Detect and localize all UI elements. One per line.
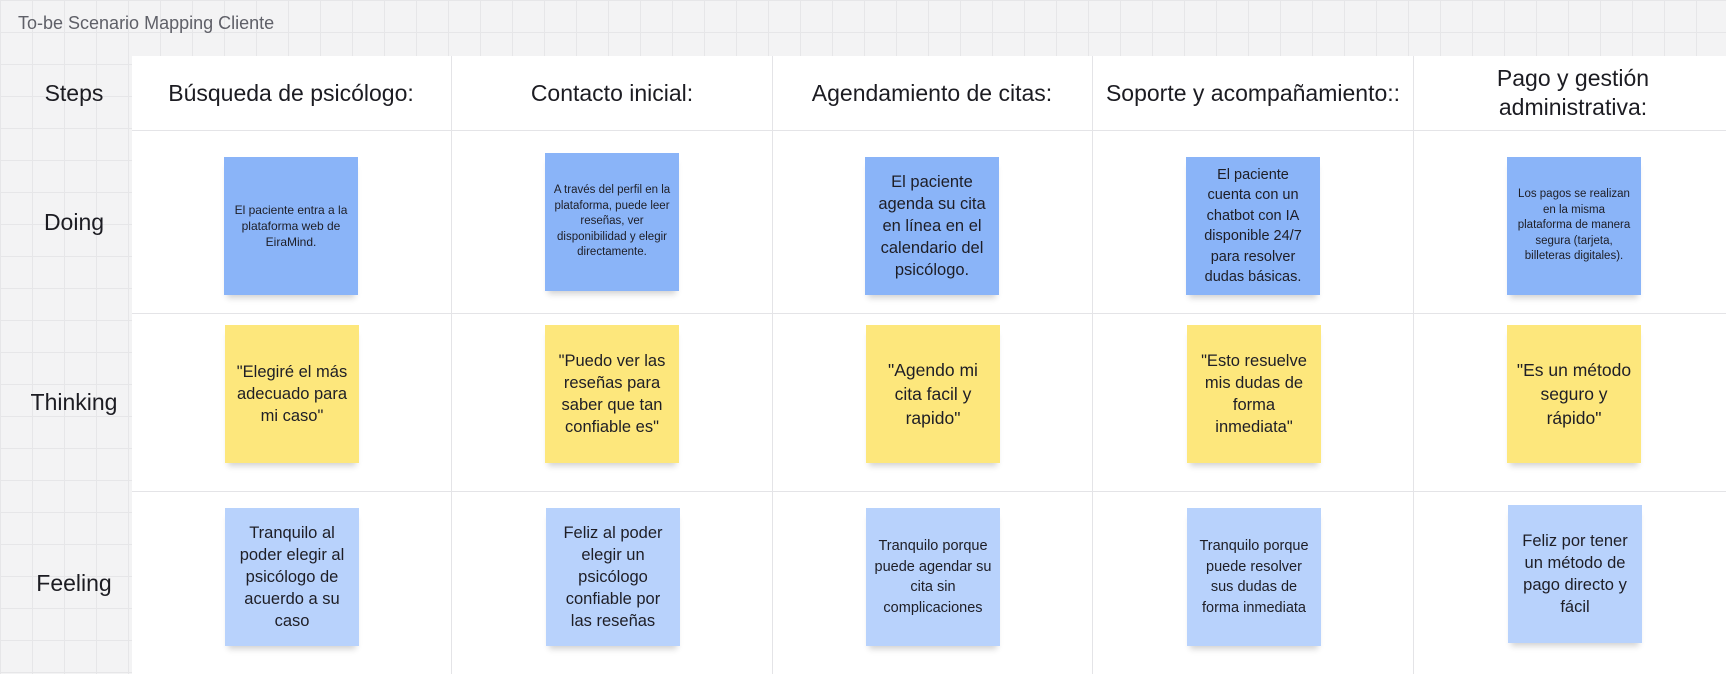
column-header-pago: Pago y gestión administrativa: xyxy=(1496,65,1650,120)
sticky-note-doing-soporte[interactable]: El paciente cuenta con un chatbot con IA… xyxy=(1186,157,1320,295)
column-header-soporte: Soporte y acompañamiento:: xyxy=(1105,79,1401,106)
sticky-note-feeling-contacto[interactable]: Feliz al poder elegir un psicólogo confi… xyxy=(546,508,680,646)
row-label-doing: Doing xyxy=(43,209,105,235)
row-label-steps: Steps xyxy=(44,80,104,106)
column-divider xyxy=(772,56,773,674)
note-text: El paciente agenda su cita en línea en e… xyxy=(878,173,986,279)
row-divider xyxy=(132,313,1726,314)
sticky-note-thinking-soporte[interactable]: "Esto resuelve mis dudas de forma inmedi… xyxy=(1187,325,1321,463)
note-text: Tranquilo al poder elegir al psicólogo d… xyxy=(239,524,345,630)
note-text: "Es un método seguro y rápido" xyxy=(1516,360,1632,428)
note-text: A través del perfil en la plataforma, pu… xyxy=(553,184,671,259)
sticky-note-feeling-pago[interactable]: Feliz por tener un método de pago direct… xyxy=(1508,505,1642,643)
column-header-contacto: Contacto inicial: xyxy=(530,79,694,106)
sticky-note-doing-pago[interactable]: Los pagos se realizan en la misma plataf… xyxy=(1507,157,1641,295)
note-text: Tranquilo porque puede agendar su cita s… xyxy=(874,538,992,616)
note-text: "Elegiré el más adecuado para mi caso" xyxy=(236,363,348,425)
sticky-note-feeling-busqueda[interactable]: Tranquilo al poder elegir al psicólogo d… xyxy=(225,508,359,646)
sticky-note-thinking-contacto[interactable]: "Puedo ver las reseñas para saber que ta… xyxy=(545,325,679,463)
sticky-note-feeling-soporte[interactable]: Tranquilo porque puede resolver sus duda… xyxy=(1187,508,1321,646)
column-header-busqueda: Búsqueda de psicólogo: xyxy=(168,79,414,106)
row-divider xyxy=(132,130,1726,131)
note-text: Los pagos se realizan en la misma plataf… xyxy=(1517,188,1631,263)
note-text: Tranquilo porque puede resolver sus duda… xyxy=(1199,538,1309,616)
sticky-note-feeling-agendamiento[interactable]: Tranquilo porque puede agendar su cita s… xyxy=(866,508,1000,646)
note-text: Feliz por tener un método de pago direct… xyxy=(1522,532,1628,616)
sticky-note-doing-agendamiento[interactable]: El paciente agenda su cita en línea en e… xyxy=(865,157,999,295)
sticky-note-thinking-pago[interactable]: "Es un método seguro y rápido" xyxy=(1507,325,1641,463)
sticky-note-doing-busqueda[interactable]: El paciente entra a la plataforma web de… xyxy=(224,157,358,295)
column-header-agendamiento: Agendamiento de citas: xyxy=(811,79,1053,106)
column-divider xyxy=(1413,56,1414,674)
note-text: "Puedo ver las reseñas para saber que ta… xyxy=(558,352,666,436)
sticky-note-doing-contacto[interactable]: A través del perfil en la plataforma, pu… xyxy=(545,153,679,291)
sticky-note-thinking-busqueda[interactable]: "Elegiré el más adecuado para mi caso" xyxy=(225,325,359,463)
row-label-feeling: Feeling xyxy=(36,570,112,596)
row-divider xyxy=(132,491,1726,492)
column-divider xyxy=(1092,56,1093,674)
note-text: "Agendo mi cita facil y rapido" xyxy=(888,360,978,428)
board-title: To-be Scenario Mapping Cliente xyxy=(18,13,275,33)
note-text: El paciente cuenta con un chatbot con IA… xyxy=(1204,166,1302,286)
note-text: El paciente entra a la plataforma web de… xyxy=(234,203,348,249)
column-divider xyxy=(451,56,452,674)
note-text: Feliz al poder elegir un psicólogo confi… xyxy=(563,524,663,630)
note-text: "Esto resuelve mis dudas de forma inmedi… xyxy=(1201,352,1307,436)
sticky-note-thinking-agendamiento[interactable]: "Agendo mi cita facil y rapido" xyxy=(866,325,1000,463)
row-label-thinking: Thinking xyxy=(30,389,118,415)
